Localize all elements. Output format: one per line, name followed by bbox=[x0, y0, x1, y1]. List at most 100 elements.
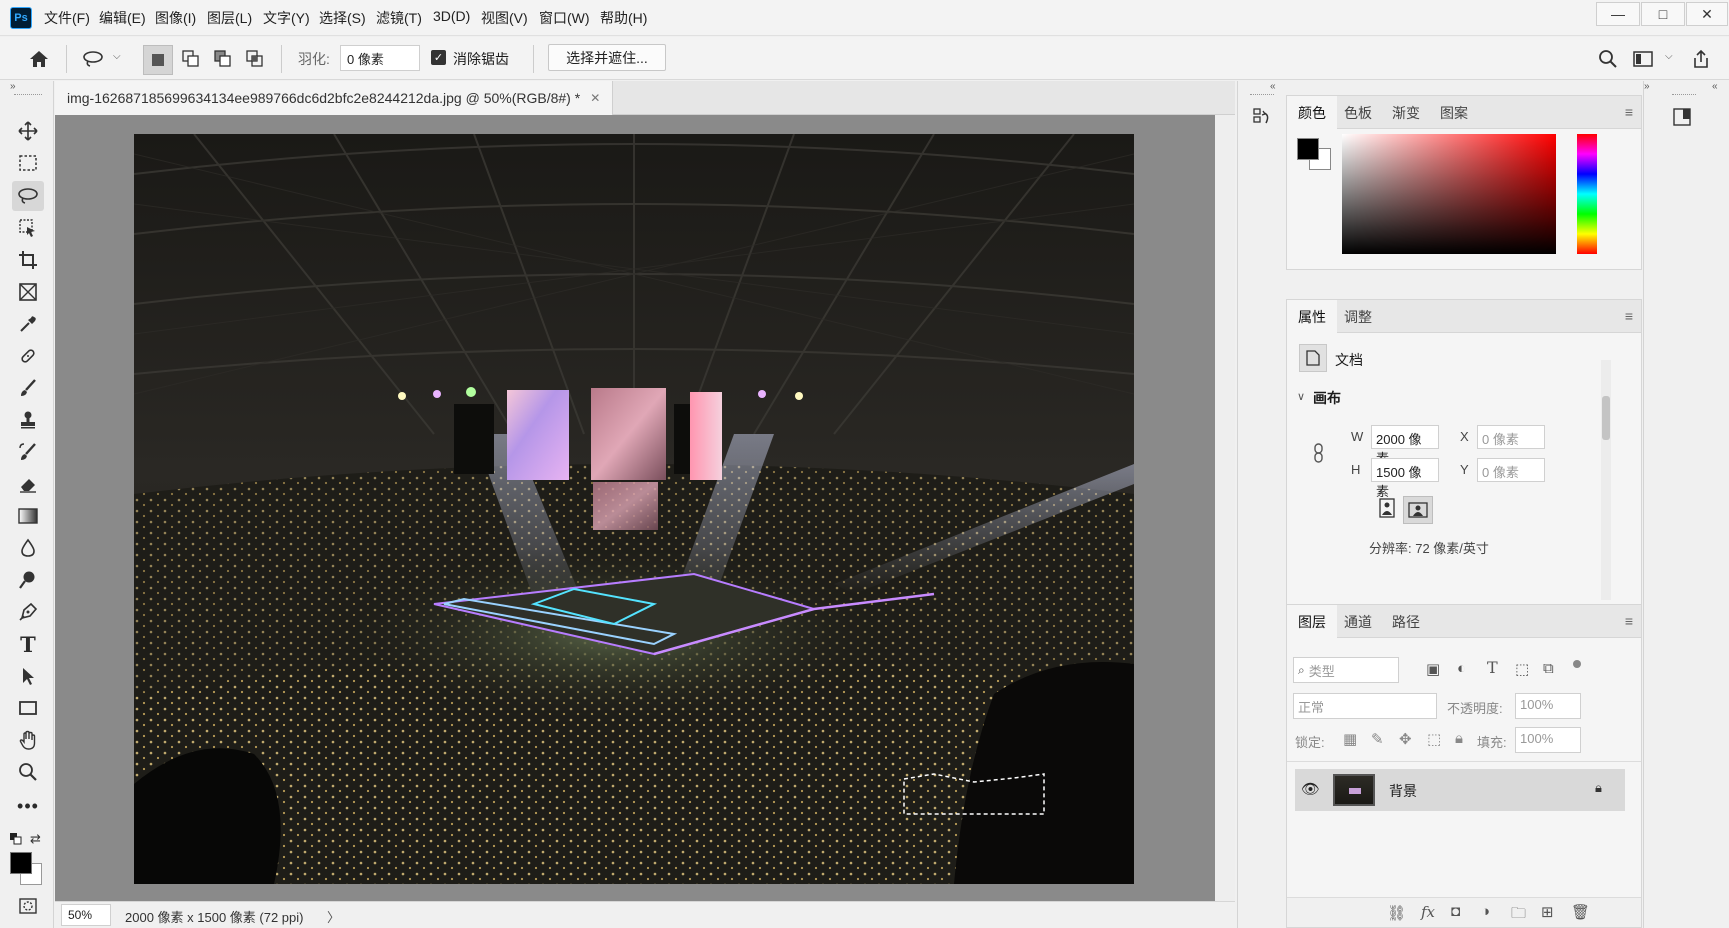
panel-menu-icon[interactable]: ≡ bbox=[1625, 613, 1633, 629]
tab-channels[interactable]: 通道 bbox=[1333, 605, 1383, 638]
marquee-tool-icon[interactable] bbox=[12, 148, 44, 178]
foreground-color-swatch[interactable] bbox=[10, 852, 32, 874]
x-input[interactable]: 0 像素 bbox=[1477, 425, 1545, 449]
concert-photo[interactable] bbox=[134, 134, 1134, 884]
search-icon[interactable] bbox=[1595, 46, 1621, 72]
hue-slider[interactable] bbox=[1577, 134, 1597, 254]
frame-tool-icon[interactable] bbox=[12, 277, 44, 307]
stamp-tool-icon[interactable] bbox=[12, 405, 44, 435]
path-selection-tool-icon[interactable] bbox=[12, 661, 44, 691]
link-dimensions-icon[interactable] bbox=[1311, 442, 1327, 464]
lock-transparent-icon[interactable]: ▦ bbox=[1343, 730, 1357, 748]
opacity-input[interactable]: 100% bbox=[1515, 693, 1581, 719]
object-selection-tool-icon[interactable] bbox=[12, 213, 44, 243]
eraser-tool-icon[interactable] bbox=[12, 469, 44, 499]
menu-type[interactable]: 文字(Y) bbox=[263, 8, 310, 28]
blur-tool-icon[interactable] bbox=[12, 533, 44, 563]
lasso-tool-icon[interactable] bbox=[12, 181, 44, 211]
y-input[interactable]: 0 像素 bbox=[1477, 458, 1545, 482]
lasso-preset-icon[interactable] bbox=[80, 46, 106, 72]
portrait-orientation-icon[interactable] bbox=[1375, 496, 1399, 520]
close-tab-icon[interactable]: ✕ bbox=[590, 91, 600, 105]
menu-image[interactable]: 图像(I) bbox=[155, 8, 196, 28]
grip[interactable] bbox=[1672, 94, 1696, 95]
menu-help[interactable]: 帮助(H) bbox=[600, 8, 647, 28]
lock-pixels-icon[interactable]: ✎ bbox=[1371, 730, 1384, 748]
maximize-button[interactable]: □ bbox=[1641, 2, 1685, 26]
expand-icon[interactable]: » bbox=[1644, 81, 1650, 92]
history-brush-tool-icon[interactable] bbox=[12, 437, 44, 467]
grip[interactable] bbox=[14, 94, 42, 96]
tab-properties[interactable]: 属性 bbox=[1287, 300, 1337, 333]
zoom-tool-icon[interactable] bbox=[12, 757, 44, 787]
rectangle-tool-icon[interactable] bbox=[12, 693, 44, 723]
healing-brush-tool-icon[interactable] bbox=[12, 341, 44, 371]
grip[interactable] bbox=[1250, 94, 1274, 95]
add-selection-icon[interactable] bbox=[178, 46, 204, 72]
menu-file[interactable]: 文件(F) bbox=[44, 8, 90, 28]
tab-gradients[interactable]: 渐变 bbox=[1381, 96, 1431, 129]
swap-colors-icon[interactable]: ⇄ bbox=[30, 831, 41, 847]
close-button[interactable]: ✕ bbox=[1686, 2, 1728, 26]
collapse-icon[interactable]: » bbox=[10, 81, 16, 92]
crop-tool-icon[interactable] bbox=[12, 245, 44, 275]
brush-tool-icon[interactable] bbox=[12, 373, 44, 403]
adjustment-layer-icon[interactable]: ◑ bbox=[1481, 903, 1490, 920]
filter-smart-object-icon[interactable]: ⧉ bbox=[1543, 660, 1554, 677]
select-and-mask-button[interactable]: 选择并遮住... bbox=[548, 44, 666, 71]
add-mask-icon[interactable]: ◘ bbox=[1451, 903, 1460, 920]
new-group-icon[interactable]: 🗀︎ bbox=[1511, 903, 1526, 928]
libraries-panel-icon[interactable] bbox=[1670, 105, 1694, 129]
fx-icon[interactable]: fx bbox=[1421, 903, 1435, 921]
menu-3d[interactable]: 3D(D) bbox=[433, 8, 470, 24]
lock-artboard-icon[interactable]: ⬚ bbox=[1427, 730, 1441, 748]
tab-layers[interactable]: 图层 bbox=[1287, 605, 1337, 638]
layer-filter-select[interactable]: ⌕ 类型 bbox=[1293, 657, 1399, 683]
feather-input[interactable]: 0 像素 bbox=[340, 45, 420, 71]
subtract-selection-icon[interactable] bbox=[210, 46, 236, 72]
default-colors-icon[interactable] bbox=[10, 833, 22, 845]
intersect-selection-icon[interactable] bbox=[242, 46, 268, 72]
chevron-down-icon[interactable]: ⌵ bbox=[1665, 51, 1673, 62]
foreground-color-swatch[interactable] bbox=[1297, 138, 1319, 160]
chevron-down-icon[interactable]: ∨ bbox=[1297, 390, 1305, 403]
tab-adjustments[interactable]: 调整 bbox=[1333, 300, 1383, 333]
layer-row[interactable]: 👁︎ 背景 🔒︎ bbox=[1295, 769, 1625, 811]
fill-input[interactable]: 100% bbox=[1515, 727, 1581, 753]
panel-menu-icon[interactable]: ≡ bbox=[1625, 104, 1633, 120]
history-panel-icon[interactable] bbox=[1250, 105, 1274, 129]
chevron-down-icon[interactable]: ⌵ bbox=[113, 51, 121, 62]
filter-shape-icon[interactable]: ⬚ bbox=[1515, 660, 1529, 678]
menu-window[interactable]: 窗口(W) bbox=[539, 8, 590, 28]
menu-select[interactable]: 选择(S) bbox=[319, 8, 366, 28]
gradient-tool-icon[interactable] bbox=[12, 501, 44, 531]
workspace-icon[interactable] bbox=[1630, 46, 1656, 72]
antialias-checkbox[interactable]: ✓ bbox=[431, 50, 446, 65]
collapse-icon[interactable]: « bbox=[1270, 81, 1276, 92]
canvas-area[interactable] bbox=[55, 115, 1215, 901]
visibility-eye-icon[interactable]: 👁︎ bbox=[1301, 780, 1320, 798]
tab-color[interactable]: 颜色 bbox=[1287, 96, 1337, 129]
tab-patterns[interactable]: 图案 bbox=[1429, 96, 1479, 129]
tab-swatches[interactable]: 色板 bbox=[1333, 96, 1383, 129]
dodge-tool-icon[interactable] bbox=[12, 565, 44, 595]
lock-all-icon[interactable]: 🔒︎ bbox=[1455, 730, 1463, 747]
color-picker-field[interactable] bbox=[1342, 134, 1556, 254]
new-layer-icon[interactable]: ⊞ bbox=[1541, 903, 1554, 921]
home-icon[interactable] bbox=[26, 46, 52, 72]
zoom-input[interactable]: 50% bbox=[61, 904, 111, 926]
status-menu-arrow[interactable]: 〉 bbox=[327, 907, 340, 926]
panel-menu-icon[interactable]: ≡ bbox=[1625, 308, 1633, 324]
menu-view[interactable]: 视图(V) bbox=[481, 8, 528, 28]
properties-scrollbar[interactable] bbox=[1601, 360, 1611, 600]
new-selection-icon[interactable] bbox=[143, 45, 173, 75]
filter-pixel-icon[interactable]: ▣ bbox=[1426, 660, 1440, 678]
vertical-scrollbar[interactable] bbox=[1215, 115, 1235, 901]
filter-adjustment-icon[interactable]: ◐ bbox=[1457, 660, 1466, 677]
more-tools-icon[interactable]: ••• bbox=[12, 791, 44, 821]
width-input[interactable]: 2000 像素 bbox=[1371, 425, 1439, 466]
document-tab[interactable]: img-1626871856996341​34ee989766dc6d2bfc2… bbox=[55, 81, 614, 115]
quick-mask-icon[interactable] bbox=[12, 891, 44, 921]
landscape-orientation-icon[interactable] bbox=[1403, 496, 1433, 524]
collapse-icon[interactable]: « bbox=[1712, 81, 1718, 92]
